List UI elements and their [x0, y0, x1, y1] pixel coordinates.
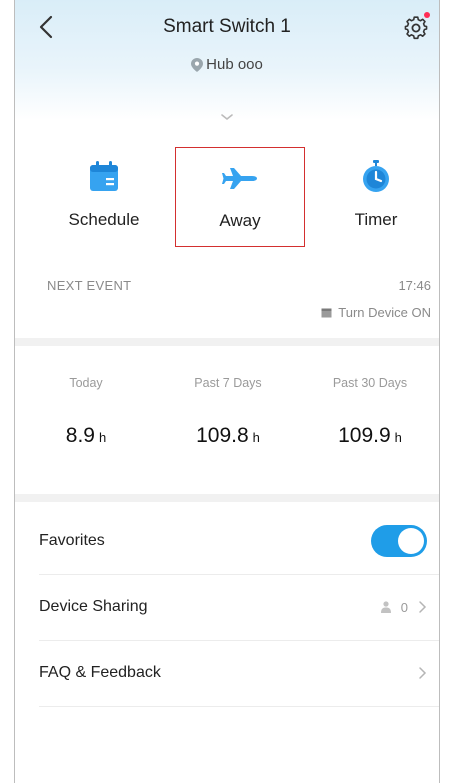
device-sharing-row[interactable]: Device Sharing 0: [39, 574, 439, 641]
calendar-icon: [90, 161, 118, 191]
airplane-icon: [222, 168, 257, 189]
sharing-count: 0: [400, 599, 408, 615]
notification-dot: [424, 12, 430, 18]
stat-past-30-days: Past 30 Days 109.9 h: [299, 354, 439, 448]
settings-button[interactable]: [401, 12, 431, 42]
person-icon: [380, 601, 391, 613]
stat-label: Today: [69, 376, 103, 390]
expand-handle[interactable]: [15, 108, 439, 121]
stat-label: Past 7 Days: [194, 376, 262, 390]
schedule-button[interactable]: Schedule: [39, 147, 169, 247]
timer-label: Timer: [354, 210, 398, 229]
timer-button[interactable]: Timer: [311, 147, 439, 247]
stat-value: 109.9 h: [338, 424, 402, 447]
location-pin-icon: [191, 57, 204, 72]
stat-value: 8.9 h: [65, 424, 107, 447]
calendar-small-icon: [321, 308, 332, 318]
chevron-right-icon: [419, 601, 427, 613]
favorites-row: Favorites: [39, 508, 439, 575]
next-event-time: 17:46: [398, 278, 431, 293]
away-button[interactable]: Away: [175, 147, 305, 247]
device-sharing-label: Device Sharing: [39, 598, 148, 615]
page-title: Smart Switch 1: [163, 16, 291, 37]
mode-selector: Schedule Away Timer: [15, 140, 439, 250]
section-divider: [15, 494, 439, 502]
next-event-action-text: Turn Device ON: [338, 305, 431, 320]
app-frame: Smart Switch 1 Hub ooo Schedule Away Tim…: [14, 0, 440, 783]
away-label: Away: [219, 211, 261, 230]
chevron-right-icon: [419, 667, 427, 679]
location-label: Hub ooo: [15, 56, 439, 73]
stat-past-7-days: Past 7 Days 109.8 h: [157, 354, 299, 448]
toggle-knob: [398, 528, 424, 554]
stat-label: Past 30 Days: [332, 376, 408, 390]
usage-stats: Today 8.9 h Past 7 Days 109.8 h Past 30 Da…: [15, 354, 439, 494]
next-event-label: NEXT EVENT: [47, 278, 132, 293]
schedule-label: Schedule: [68, 210, 140, 229]
header: Smart Switch 1 Hub ooo: [15, 0, 439, 121]
stopwatch-icon: [363, 160, 389, 192]
chevron-down-icon: [221, 114, 233, 121]
stat-today: Today 8.9 h: [15, 354, 157, 448]
next-event-action: Turn Device ON: [321, 305, 431, 320]
stat-value: 109.8 h: [196, 424, 260, 447]
section-divider: [15, 338, 439, 346]
favorites-toggle[interactable]: [371, 525, 427, 557]
faq-feedback-row[interactable]: FAQ & Feedback: [39, 640, 439, 707]
location-text: Hub ooo: [206, 56, 263, 73]
next-event-panel: NEXT EVENT 17:46 Turn Device ON: [15, 260, 439, 338]
faq-feedback-label: FAQ & Feedback: [39, 664, 161, 681]
favorites-label: Favorites: [39, 532, 105, 549]
